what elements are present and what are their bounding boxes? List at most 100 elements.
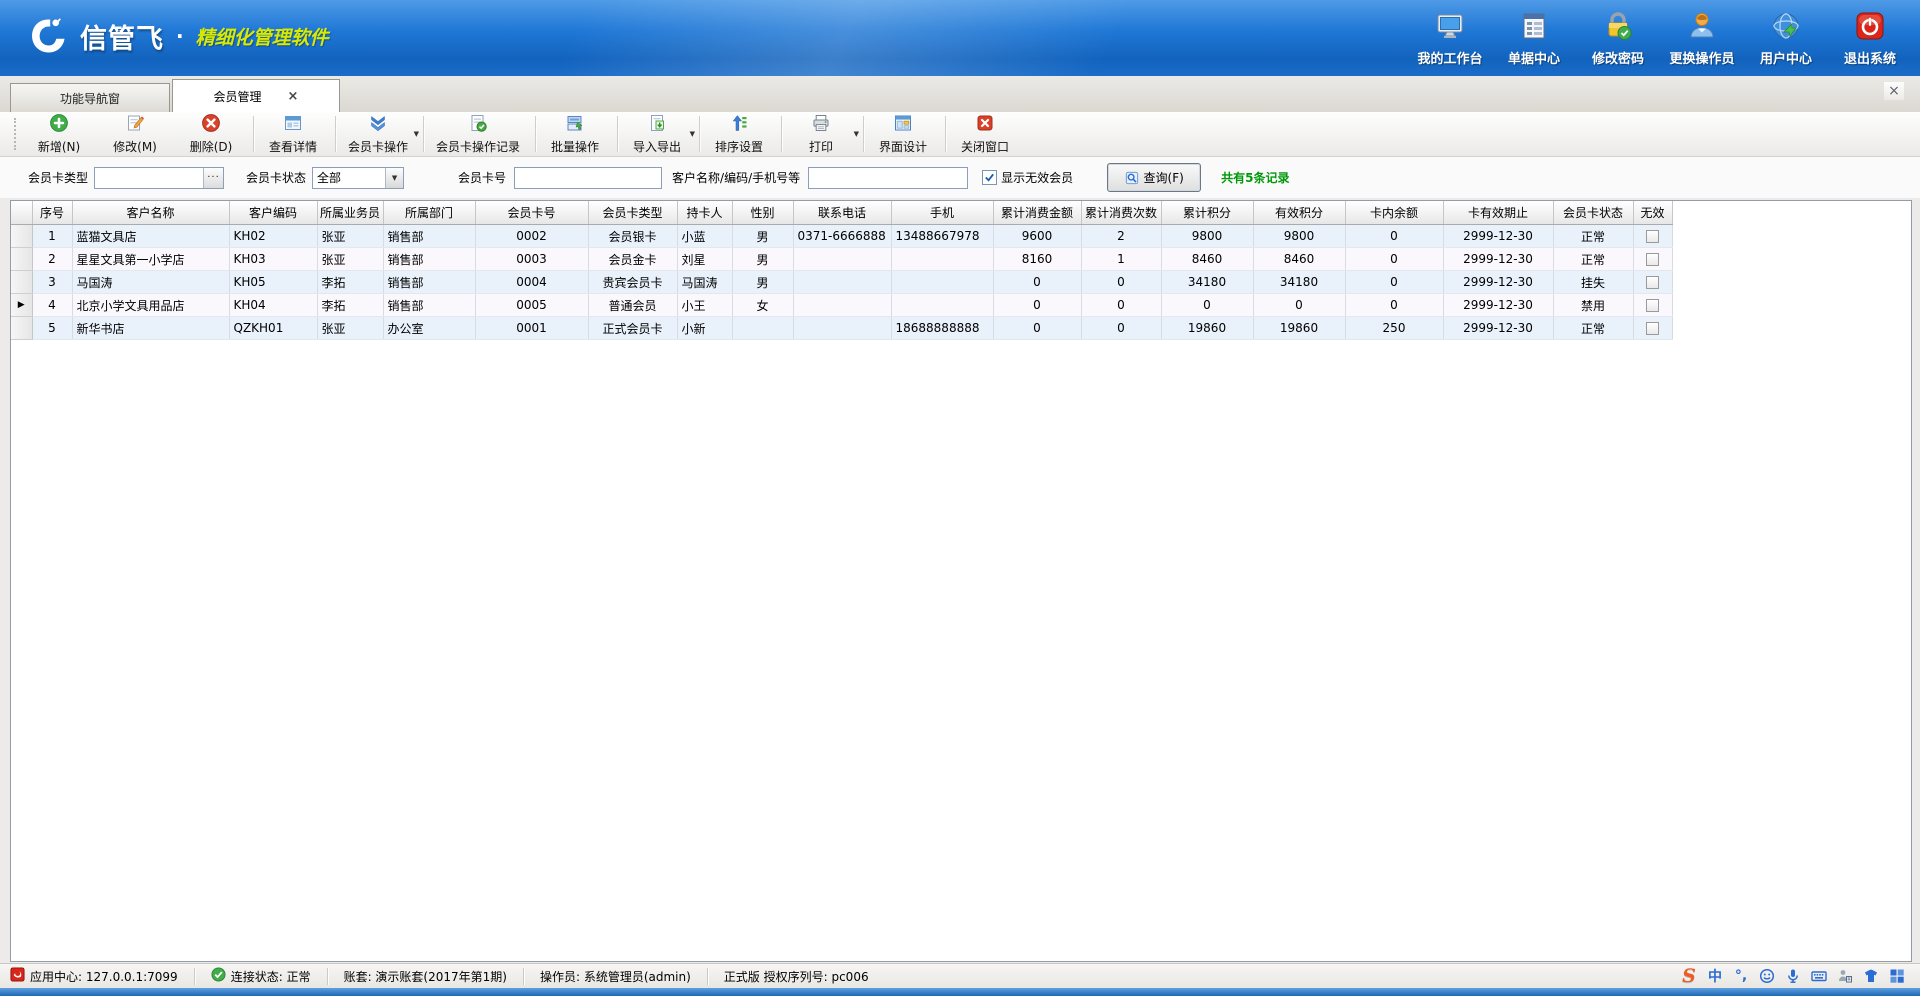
cell-会员卡号[interactable]: 0003 [475,248,588,271]
invalid-checkbox[interactable] [1646,276,1659,289]
toolbar-close-window-button[interactable]: 关闭窗口 [949,112,1025,156]
toolbox-icon[interactable] [1888,967,1906,985]
cell-累计消费次数[interactable]: 0 [1081,271,1161,294]
cell-联系电话[interactable] [793,317,891,340]
cell-客户名称[interactable]: 新华书店 [72,317,229,340]
cell-会员卡状态[interactable]: 正常 [1553,248,1633,271]
cell-联系电话[interactable] [793,294,891,317]
cell-所属业务员[interactable]: 张亚 [317,225,383,248]
column-header-累计消费金额[interactable]: 累计消费金额 [993,201,1081,225]
column-header-有效积分[interactable]: 有效积分 [1253,201,1345,225]
chinese-mode-icon[interactable]: 中 [1706,967,1724,985]
row-selector-cell[interactable] [11,248,32,271]
cell-卡有效期止[interactable]: 2999-12-30 [1443,225,1553,248]
cell-所属业务员[interactable]: 张亚 [317,248,383,271]
column-header-累计积分[interactable]: 累计积分 [1161,201,1253,225]
header-action-documents[interactable]: 单据中心 [1492,10,1576,67]
tab-会员管理[interactable]: 会员管理× [172,79,340,112]
card-no-input[interactable] [515,169,661,187]
card-type-ellipsis-button[interactable]: ··· [203,168,223,188]
cell-会员卡状态[interactable]: 禁用 [1553,294,1633,317]
voice-input-icon[interactable] [1784,967,1802,985]
cell-累计消费金额[interactable]: 8160 [993,248,1081,271]
cell-所属部门[interactable]: 办公室 [383,317,475,340]
cell-所属部门[interactable]: 销售部 [383,271,475,294]
cell-累计消费次数[interactable]: 2 [1081,225,1161,248]
cell-所属部门[interactable]: 销售部 [383,294,475,317]
sogou-logo-icon[interactable]: S [1680,967,1698,985]
toolbar-batch-actions-button[interactable]: 批量操作 [539,112,615,156]
query-button[interactable]: 查询(F) [1107,163,1201,192]
cell-所属业务员[interactable]: 李拓 [317,271,383,294]
chevron-down-icon[interactable]: ▼ [690,130,695,138]
column-header-序号[interactable]: 序号 [32,201,72,225]
cell-联系电话[interactable] [793,271,891,294]
cell-卡有效期止[interactable]: 2999-12-30 [1443,294,1553,317]
customer-input[interactable] [809,169,967,187]
header-action-workbench-monitor[interactable]: 我的工作台 [1408,10,1492,67]
cell-累计积分[interactable]: 0 [1161,294,1253,317]
card-type-input[interactable] [95,169,203,187]
cell-所属部门[interactable]: 销售部 [383,248,475,271]
column-header-客户名称[interactable]: 客户名称 [72,201,229,225]
card-status-select[interactable]: 全部 ▼ [312,167,404,189]
column-header-联系电话[interactable]: 联系电话 [793,201,891,225]
column-header-持卡人[interactable]: 持卡人 [677,201,732,225]
cell-卡有效期止[interactable]: 2999-12-30 [1443,317,1553,340]
cell-会员卡状态[interactable]: 挂失 [1553,271,1633,294]
cell-有效积分[interactable]: 34180 [1253,271,1345,294]
emoji-icon[interactable] [1758,967,1776,985]
toolbar-card-actions-button[interactable]: 会员卡操作▼ [339,112,421,156]
cell-联系电话[interactable] [793,248,891,271]
cell-卡内余额[interactable]: 0 [1345,248,1443,271]
cell-性别[interactable]: 男 [732,271,793,294]
cell-客户名称[interactable]: 蓝猫文具店 [72,225,229,248]
cell-手机[interactable] [891,248,993,271]
toolbar-import-export-button[interactable]: 导入导出▼ [621,112,697,156]
invalid-checkbox[interactable] [1646,230,1659,243]
cell-性别[interactable]: 男 [732,225,793,248]
tab-功能导航窗[interactable]: 功能导航窗 [10,83,170,112]
cell-性别[interactable] [732,317,793,340]
cell-客户编码[interactable]: KH02 [229,225,317,248]
cell-联系电话[interactable]: 0371-6666888 [793,225,891,248]
cell-性别[interactable]: 男 [732,248,793,271]
cell-会员卡类型[interactable]: 贵宾会员卡 [588,271,677,294]
cell-所属业务员[interactable]: 李拓 [317,294,383,317]
toolbar-card-records-button[interactable]: 会员卡操作记录 [427,112,533,156]
row-selector-cell[interactable] [11,317,32,340]
chevron-down-icon[interactable]: ▼ [414,130,419,138]
cell-卡有效期止[interactable]: 2999-12-30 [1443,248,1553,271]
header-action-change-password-lock[interactable]: 修改密码 [1576,10,1660,67]
cell-序号[interactable]: 1 [32,225,72,248]
cell-累计消费金额[interactable]: 0 [993,317,1081,340]
header-action-user-center-globe[interactable]: 用户中心 [1744,10,1828,67]
cell-手机[interactable]: 18688888888 [891,317,993,340]
cell-累计消费金额[interactable]: 0 [993,271,1081,294]
column-header-手机[interactable]: 手机 [891,201,993,225]
cell-有效积分[interactable]: 9800 [1253,225,1345,248]
column-header-会员卡类型[interactable]: 会员卡类型 [588,201,677,225]
toolbar-ui-design-button[interactable]: 界面设计 [867,112,943,156]
column-header-无效[interactable]: 无效 [1633,201,1672,225]
cell-会员卡类型[interactable]: 会员金卡 [588,248,677,271]
row-selector-cell[interactable]: ▶ [11,294,32,317]
column-header-累计消费次数[interactable]: 累计消费次数 [1081,201,1161,225]
cell-卡内余额[interactable]: 250 [1345,317,1443,340]
cell-手机[interactable] [891,294,993,317]
cell-手机[interactable]: 13488667978 [891,225,993,248]
invalid-checkbox[interactable] [1646,299,1659,312]
column-header-所属部门[interactable]: 所属部门 [383,201,475,225]
cell-持卡人[interactable]: 马国涛 [677,271,732,294]
skin-icon[interactable] [1862,967,1880,985]
cell-累计积分[interactable]: 9800 [1161,225,1253,248]
tab-close-icon[interactable]: × [288,90,299,103]
cell-性别[interactable]: 女 [732,294,793,317]
toolbar-edit-button[interactable]: 修改(M) [99,112,175,156]
cell-会员卡类型[interactable]: 会员银卡 [588,225,677,248]
input-helper-icon[interactable] [1836,967,1854,985]
cell-客户编码[interactable]: KH03 [229,248,317,271]
row-selector-cell[interactable] [11,225,32,248]
toolbar-delete-button[interactable]: 删除(D) [175,112,251,156]
cell-会员卡类型[interactable]: 普通会员 [588,294,677,317]
